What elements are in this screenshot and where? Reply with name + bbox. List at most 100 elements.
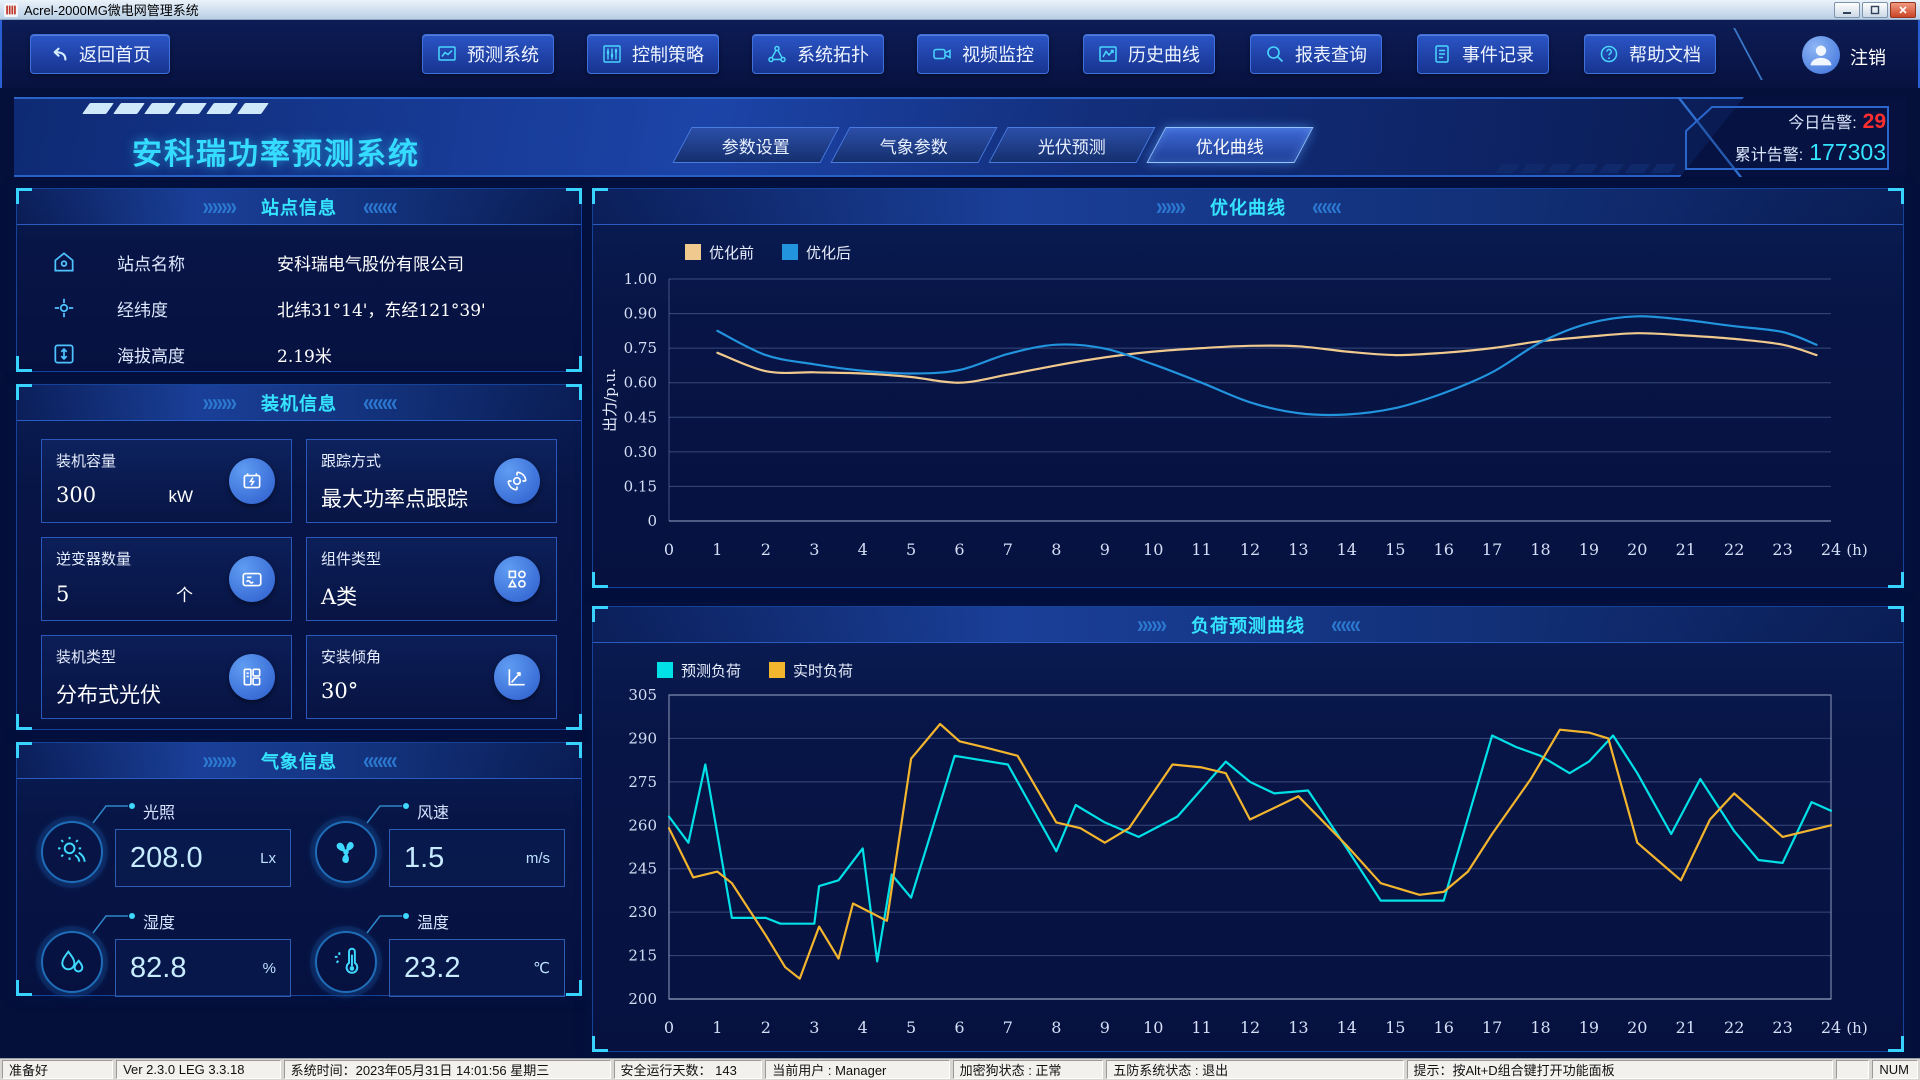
svg-text:22: 22 xyxy=(1724,1018,1744,1037)
legend-swatch xyxy=(769,662,785,678)
legend-item-实时负荷[interactable]: 实时负荷 xyxy=(769,660,853,681)
svg-text:4: 4 xyxy=(858,1018,868,1037)
tab-优化曲线[interactable]: 优化曲线 xyxy=(1146,127,1313,163)
svg-text:出力/p.u.: 出力/p.u. xyxy=(601,368,619,432)
slash-decoration xyxy=(82,103,114,114)
card-icon-badge xyxy=(494,556,540,602)
chevrons-right-icon: ›››››› xyxy=(1137,612,1165,637)
alarm-slash-decoration xyxy=(1498,164,1673,173)
weather-info-title: 气象信息 xyxy=(261,748,337,774)
card-value: A类 xyxy=(321,581,357,611)
sun-icon xyxy=(55,835,89,869)
location-icon xyxy=(51,295,77,321)
legend-item-预测负荷[interactable]: 预测负荷 xyxy=(657,660,741,681)
control-strategy-icon xyxy=(602,44,622,64)
svg-text:18: 18 xyxy=(1530,540,1550,559)
alarm-summary: 今日告警: 29 累计告警: 177303 xyxy=(1676,99,1900,175)
nav-button-5[interactable]: 历史曲线 xyxy=(1083,34,1215,74)
module-type-icon xyxy=(505,567,529,591)
history-curve-icon xyxy=(1098,44,1118,64)
svg-text:24: 24 xyxy=(1821,540,1841,559)
maximize-button[interactable] xyxy=(1862,2,1888,18)
svg-text:1: 1 xyxy=(712,540,722,559)
install-card-安装倾角: 安装倾角30° xyxy=(306,635,557,719)
metric-connector-line xyxy=(365,909,411,940)
svg-text:17: 17 xyxy=(1482,540,1502,559)
legend-label: 优化前 xyxy=(709,242,754,263)
card-value: 最大功率点跟踪 xyxy=(321,483,468,513)
slash-decoration xyxy=(1599,164,1624,173)
svg-text:7: 7 xyxy=(1003,1018,1013,1037)
metric-label: 光照 xyxy=(143,799,175,823)
tab-label: 参数设置 xyxy=(722,133,790,158)
chevrons-right-icon: ››››››› xyxy=(202,748,235,773)
install-cards: 装机容量300kW跟踪方式最大功率点跟踪逆变器数量5个组件类型A类装机类型分布式… xyxy=(17,421,581,737)
nav-button-3[interactable]: 系统拓扑 xyxy=(752,34,884,74)
alarm-total-value: 177303 xyxy=(1809,139,1886,166)
nav-button-4[interactable]: 视频监控 xyxy=(917,34,1049,74)
temperature-icon xyxy=(329,945,363,979)
svg-text:19: 19 xyxy=(1579,540,1599,559)
user-avatar[interactable] xyxy=(1802,36,1840,74)
svg-text:0: 0 xyxy=(647,512,657,530)
svg-text:0: 0 xyxy=(664,1018,674,1037)
status-cell-3: 系统时间：2023年05月31日 14:01:56 星期三 xyxy=(284,1060,611,1079)
slash-decoration xyxy=(1625,164,1650,173)
legend-item-优化后[interactable]: 优化后 xyxy=(782,242,851,263)
status-cell-8: 提示：按Alt+D组合键打开功能面板 xyxy=(1407,1060,1833,1079)
svg-text:0.60: 0.60 xyxy=(624,374,657,392)
chevrons-right-icon: ›››››› xyxy=(1156,194,1184,219)
slash-decoration xyxy=(206,103,238,114)
page-header-band: 安科瑞功率预测系统 参数设置气象参数光伏预测优化曲线 今日告警: 29 累计告警… xyxy=(14,97,1906,177)
slash-decoration xyxy=(1651,164,1676,173)
svg-text:19: 19 xyxy=(1579,1018,1599,1037)
tab-光伏预测[interactable]: 光伏预测 xyxy=(988,127,1155,163)
site-row-value: 安科瑞电气股份有限公司 xyxy=(277,250,464,275)
capacity-icon xyxy=(240,469,264,493)
svg-text:2: 2 xyxy=(761,540,771,559)
svg-text:16: 16 xyxy=(1434,540,1454,559)
alarm-today-value: 29 xyxy=(1863,110,1886,134)
minimize-button[interactable] xyxy=(1834,2,1860,18)
metric-value-box: 82.8% xyxy=(115,939,291,997)
nav-button-label: 帮助文档 xyxy=(1629,41,1701,67)
card-icon-badge xyxy=(494,458,540,504)
optimization-chart-title: 优化曲线 xyxy=(1210,194,1286,220)
nav-button-1[interactable]: 预测系统 xyxy=(422,34,554,74)
svg-text:9: 9 xyxy=(1100,1018,1110,1037)
logout-button[interactable]: 注销 xyxy=(1850,44,1886,70)
load-forecast-chart-title: 负荷预测曲线 xyxy=(1191,612,1305,638)
metric-unit: ℃ xyxy=(533,959,550,977)
slash-decoration xyxy=(175,103,207,114)
site-info-title: 站点信息 xyxy=(261,194,337,220)
metric-value-box: 208.0Lx xyxy=(115,829,291,887)
status-bar: 准备好Ver 2.3.0 LEG 3.3.18系统时间：2023年05月31日 … xyxy=(0,1058,1920,1080)
close-button[interactable] xyxy=(1890,2,1916,18)
legend-item-优化前[interactable]: 优化前 xyxy=(685,242,754,263)
slash-decoration xyxy=(1495,164,1520,173)
metric-value-box: 23.2℃ xyxy=(389,939,565,997)
nav-button-2[interactable]: 控制策略 xyxy=(587,34,719,74)
status-cell-4: 安全运行天数： 143 xyxy=(614,1060,763,1079)
nav-home-button[interactable]: 返回首页 xyxy=(30,34,170,74)
nav-button-8[interactable]: 帮助文档 xyxy=(1584,34,1716,74)
svg-text:1: 1 xyxy=(712,1018,722,1037)
window-title: Acrel-2000MG微电网管理系统 xyxy=(24,0,199,19)
tab-气象参数[interactable]: 气象参数 xyxy=(830,127,997,163)
card-value: 分布式光伏 xyxy=(56,679,161,709)
svg-text:9: 9 xyxy=(1100,540,1110,559)
svg-text:(h): (h) xyxy=(1846,1019,1867,1037)
nav-button-6[interactable]: 报表查询 xyxy=(1250,34,1382,74)
card-value: 300 xyxy=(56,483,96,507)
site-row-label: 经纬度 xyxy=(117,296,277,321)
svg-text:10: 10 xyxy=(1143,1018,1163,1037)
install-card-装机类型: 装机类型分布式光伏 xyxy=(41,635,292,719)
metric-connector-line xyxy=(91,799,137,830)
chevrons-left-icon: ‹‹‹‹‹‹‹ xyxy=(363,390,396,415)
install-type-icon xyxy=(240,665,264,689)
slash-decoration xyxy=(144,103,176,114)
tab-参数设置[interactable]: 参数设置 xyxy=(672,127,839,163)
nav-button-7[interactable]: 事件记录 xyxy=(1417,34,1549,74)
nav-button-label: 预测系统 xyxy=(467,41,539,67)
status-cell-2: Ver 2.3.0 LEG 3.3.18 xyxy=(116,1060,281,1079)
